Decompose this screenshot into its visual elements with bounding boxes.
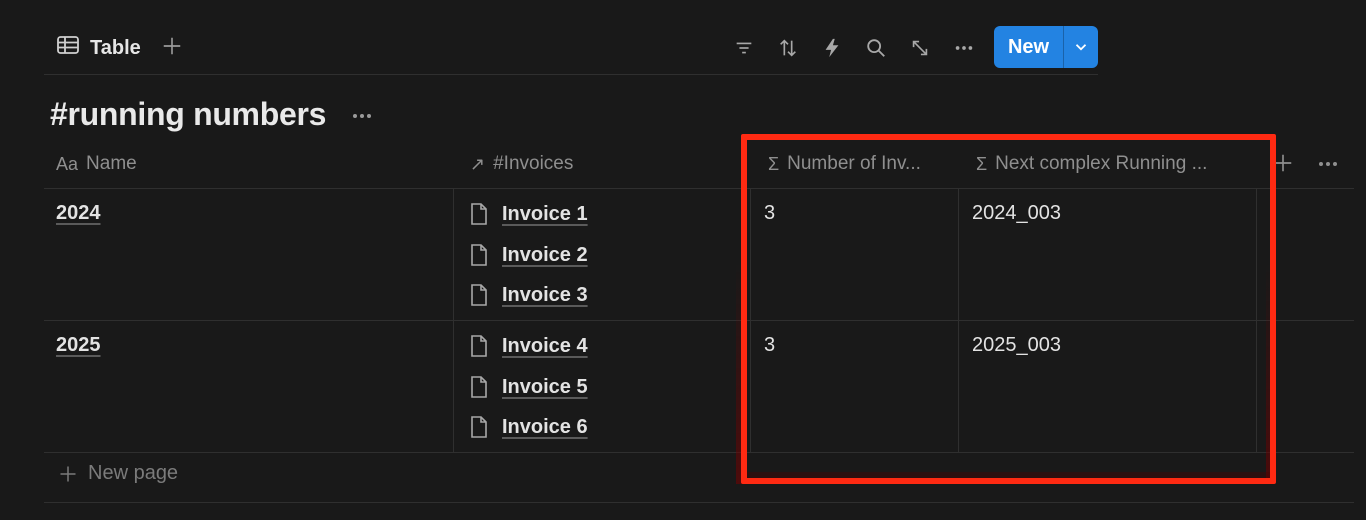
cell-number-of-invoices[interactable]: 3	[764, 202, 775, 225]
formula-sigma-icon: Σ	[768, 153, 780, 174]
column-header-next-running[interactable]: Σ Next complex Running ...	[976, 140, 1248, 188]
new-page-button[interactable]: New page	[58, 462, 178, 485]
column-header-invoices[interactable]: ↗ #Invoices	[470, 140, 750, 188]
page-icon	[471, 284, 487, 306]
plus-icon	[60, 466, 76, 481]
filter-icon[interactable]	[732, 36, 756, 60]
toolbar-actions	[732, 34, 976, 62]
highlight-shadow	[741, 472, 1276, 482]
sort-icon[interactable]	[776, 36, 800, 60]
column-divider	[1256, 188, 1257, 452]
title-more-icon[interactable]	[348, 106, 376, 126]
formula-sigma-icon: Σ	[976, 153, 988, 174]
add-property-plus-icon[interactable]	[1272, 152, 1296, 176]
relation-item[interactable]: Invoice 6	[468, 415, 588, 439]
row-divider	[44, 320, 1354, 321]
new-button-group: New	[994, 26, 1098, 68]
relation-item[interactable]: Invoice 1	[468, 202, 588, 226]
column-header-label: Name	[86, 153, 137, 174]
row-name-2025[interactable]: 2025	[56, 334, 101, 357]
relation-item[interactable]: Invoice 5	[468, 375, 588, 399]
column-divider	[958, 188, 959, 452]
page-icon	[471, 244, 487, 266]
column-header-number-of-invoices[interactable]: Σ Number of Inv...	[768, 140, 954, 188]
expand-icon[interactable]	[908, 36, 932, 60]
column-header-label: Next complex Running ...	[995, 153, 1208, 174]
relation-item[interactable]: Invoice 4	[468, 334, 588, 358]
table-more-icon[interactable]	[1316, 152, 1344, 176]
row-name-2024[interactable]: 2024	[56, 202, 101, 225]
column-divider	[453, 188, 454, 452]
cell-next-running[interactable]: 2024_003	[972, 202, 1061, 225]
chevron-down-icon[interactable]	[1064, 26, 1098, 68]
table-icon	[56, 33, 80, 63]
view-tab-label: Table	[90, 36, 141, 59]
new-page-label: New page	[88, 462, 179, 484]
cell-number-of-invoices[interactable]: 3	[764, 334, 775, 357]
page-icon	[471, 376, 487, 398]
view-tab-table[interactable]: Table	[56, 34, 141, 62]
search-icon[interactable]	[864, 36, 888, 60]
cell-next-running[interactable]: 2025_003	[972, 334, 1061, 357]
relation-item[interactable]: Invoice 2	[468, 243, 588, 267]
row-divider	[44, 502, 1354, 503]
row-divider	[44, 188, 1354, 189]
new-button[interactable]: New	[994, 26, 1064, 68]
highlight-shadow	[736, 264, 746, 484]
page-icon	[471, 203, 487, 225]
automation-icon[interactable]	[820, 36, 844, 60]
text-property-icon: Aa	[56, 153, 79, 174]
database-title[interactable]: #running numbers	[50, 96, 326, 133]
highlight-shadow	[1266, 264, 1274, 484]
relation-item[interactable]: Invoice 3	[468, 283, 588, 307]
column-header-label: #Invoices	[493, 153, 574, 174]
row-divider	[44, 452, 1354, 453]
database-toolbar: Table New	[44, 22, 1098, 75]
more-icon[interactable]	[952, 36, 976, 60]
page-icon	[471, 335, 487, 357]
notion-database-page: Table New #running numbers Aa Name ↗ #In…	[0, 0, 1366, 520]
relation-arrow-icon: ↗	[470, 153, 486, 174]
add-view-plus-icon[interactable]	[160, 34, 184, 58]
page-icon	[471, 416, 487, 438]
column-header-label: Number of Inv...	[787, 153, 921, 174]
column-header-name[interactable]: Aa Name	[56, 140, 446, 188]
column-divider	[750, 188, 751, 452]
